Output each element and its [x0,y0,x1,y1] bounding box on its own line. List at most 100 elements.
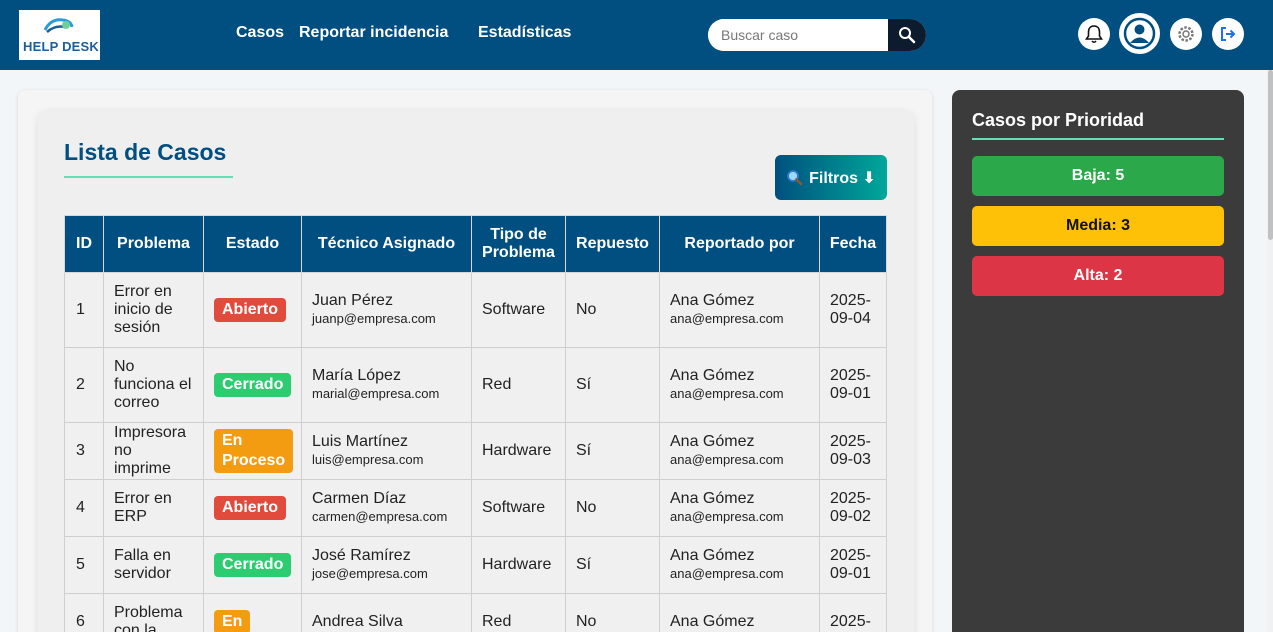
cell-tech: Andrea Silva [301,593,472,632]
sidebar-underline [972,138,1224,140]
cell-problem: Error en inicio de sesión [103,272,204,348]
cell-date: 2025-09-01 [819,347,887,423]
filters-button[interactable]: Filtros ⬇ [775,155,887,200]
table-row[interactable]: 2 No funciona el correo Cerrado María López… [64,347,887,423]
tech-email[interactable]: luis@empresa.com [312,451,461,469]
search-icon [899,27,916,44]
cell-date: 2025-09-03 [819,422,887,480]
help-desk-logo[interactable]: HELP DESK [19,10,100,60]
reporter-name: Ana Gómez [670,547,755,564]
col-header-fecha[interactable]: Fecha [819,215,887,273]
table-row[interactable]: 5 Falla en servidor Cerrado José Ramírez jos… [64,536,887,594]
status-badge: Abierto [214,298,286,322]
cell-reporter: Ana Gómez [659,593,820,632]
settings-button[interactable] [1170,18,1202,50]
table-row[interactable]: 6 Problema con la En Andrea Silva Red No Ana G… [64,593,887,632]
logout-icon [1221,27,1236,41]
table-header-row: ID Problema Estado Técnico Asignado Tipo… [64,215,887,273]
nav-estadisticas[interactable]: Estadísticas [478,24,571,42]
title-underline [64,176,233,178]
priority-media[interactable]: Media: 3 [972,206,1224,246]
cell-reporter: Ana Gómez ana@empresa.com [659,347,820,423]
logo-mark-icon [43,18,74,33]
cell-status: Abierto [203,479,302,537]
logout-button[interactable] [1212,18,1244,50]
priority-baja[interactable]: Baja: 5 [972,156,1224,196]
status-badge: Cerrado [214,373,292,397]
cell-spare: Sí [565,347,660,423]
col-header-reportado[interactable]: Reportado por [659,215,820,273]
cell-status: En Proceso [203,422,302,480]
priority-alta[interactable]: Alta: 2 [972,256,1224,296]
search-input[interactable] [708,19,888,51]
reporter-email[interactable]: ana@empresa.com [670,451,809,469]
reporter-name: Ana Gómez [670,490,755,507]
table-row[interactable]: 4 Error en ERP Abierto Carmen Díaz carmen@em… [64,479,887,537]
cell-id: 1 [64,272,104,348]
cell-type: Hardware [471,536,566,594]
cell-reporter: Ana Gómez ana@empresa.com [659,272,820,348]
cell-tech: Carmen Díaz carmen@empresa.com [301,479,472,537]
cell-reporter: Ana Gómez ana@empresa.com [659,536,820,594]
page-scrollbar[interactable] [1267,70,1273,632]
status-badge: En Proceso [214,429,294,473]
col-header-repuesto[interactable]: Repuesto [565,215,660,273]
cell-type: Hardware [471,422,566,480]
cell-status: Cerrado [203,347,302,423]
bell-icon [1085,25,1103,44]
nav-reportar-incidencia[interactable]: Reportar incidencia [299,24,448,42]
tech-email[interactable]: juanp@empresa.com [312,310,461,328]
cell-id: 2 [64,347,104,423]
cell-problem: Falla en servidor [103,536,204,594]
reporter-email[interactable]: ana@empresa.com [670,565,809,583]
reporter-email[interactable]: ana@empresa.com [670,385,809,403]
tech-name: Andrea Silva [312,613,403,630]
cell-tech: María López marial@empresa.com [301,347,472,423]
reporter-email[interactable]: ana@empresa.com [670,310,809,328]
sidebar-title: Casos por Prioridad [972,110,1145,130]
cell-tech: José Ramírez jose@empresa.com [301,536,472,594]
tech-email[interactable]: jose@empresa.com [312,565,461,583]
col-header-problema[interactable]: Problema [103,215,204,273]
cell-problem: No funciona el correo [103,347,204,423]
cell-type: Software [471,272,566,348]
cell-type: Red [471,593,566,632]
reporter-name: Ana Gómez [670,292,755,309]
cell-spare: No [565,479,660,537]
col-header-id[interactable]: ID [64,215,104,273]
reporter-email[interactable]: ana@empresa.com [670,508,809,526]
col-header-tecnico[interactable]: Técnico Asignado [301,215,472,273]
cell-id: 4 [64,479,104,537]
notifications-button[interactable] [1078,18,1110,50]
tech-email[interactable]: marial@empresa.com [312,385,461,403]
col-header-estado[interactable]: Estado [203,215,302,273]
user-icon [1123,17,1156,50]
profile-button[interactable] [1119,13,1160,54]
scrollbar-thumb[interactable] [1268,70,1273,240]
search-button[interactable] [888,19,926,51]
cell-date: 2025-09-01 [819,536,887,594]
status-badge: En [214,610,251,632]
cell-tech: Juan Pérez juanp@empresa.com [301,272,472,348]
cell-problem: Impresora no imprime [103,422,204,480]
cell-problem: Problema con la [103,593,204,632]
tech-email[interactable]: carmen@empresa.com [312,508,461,526]
reporter-name: Ana Gómez [670,613,755,630]
cell-type: Red [471,347,566,423]
cell-spare: Sí [565,422,660,480]
cell-id: 5 [64,536,104,594]
magnifier-icon [787,170,803,186]
tech-name: Juan Pérez [312,292,393,309]
cell-reporter: Ana Gómez ana@empresa.com [659,422,820,480]
table-row[interactable]: 1 Error en inicio de sesión Abierto Juan Pé… [64,272,887,348]
cell-date: 2025- [819,593,887,632]
cell-tech: Luis Martínez luis@empresa.com [301,422,472,480]
table-row[interactable]: 3 Impresora no imprime En Proceso Luis Mart… [64,422,887,480]
cell-spare: Sí [565,536,660,594]
cell-status: En [203,593,302,632]
reporter-name: Ana Gómez [670,433,755,450]
cell-status: Abierto [203,272,302,348]
cases-table: ID Problema Estado Técnico Asignado Tipo… [64,215,887,632]
col-header-tipo[interactable]: Tipo de Problema [471,215,566,273]
nav-casos[interactable]: Casos [236,24,284,42]
